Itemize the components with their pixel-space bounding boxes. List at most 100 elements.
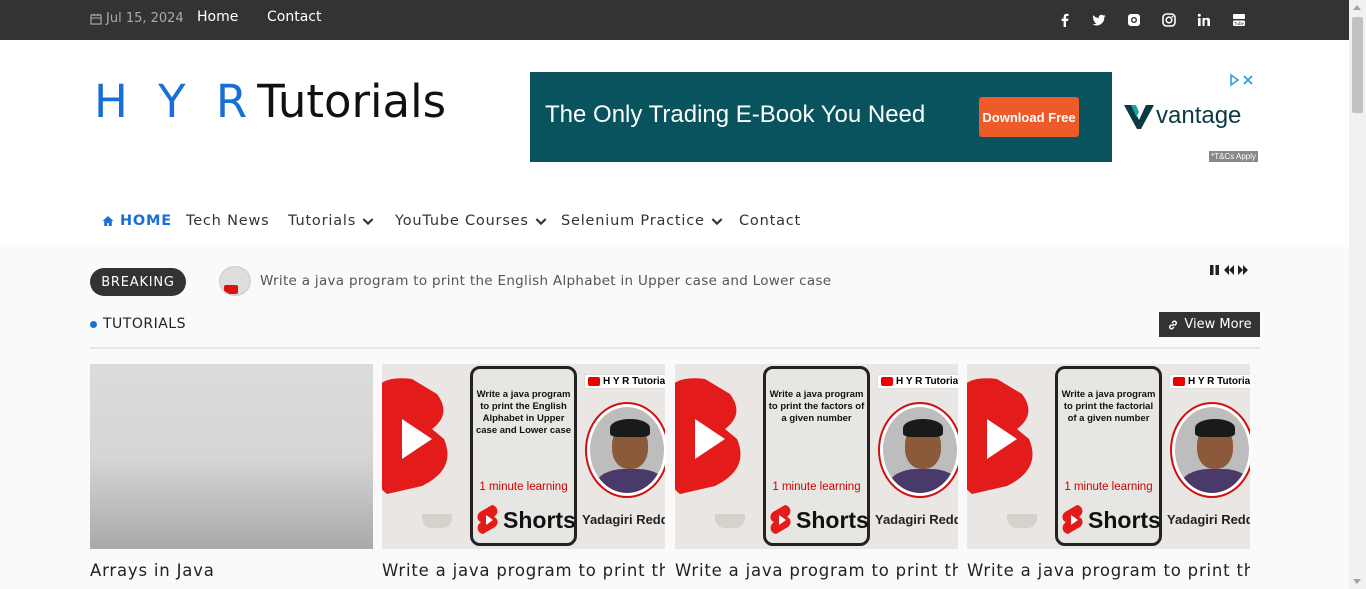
post-thumbnail[interactable] — [90, 364, 373, 549]
youtube-badge-icon — [588, 377, 600, 386]
thumb-caption: Write a java program to print the factor… — [1061, 389, 1156, 424]
top-link-contact[interactable]: Contact — [267, 9, 321, 25]
logo-hyr: H Y R — [94, 75, 256, 128]
ad-disclaimer: *T&Cs Apply — [1209, 151, 1258, 162]
channel-badge: H Y R Tutorials — [584, 374, 665, 389]
thumb-shorts: Shorts — [1062, 504, 1161, 536]
nav-home-label: HOME — [120, 213, 172, 229]
ticker-thumbnail[interactable] — [219, 266, 251, 296]
post-title[interactable]: Write a java program to print the factor… — [967, 561, 1250, 580]
thumb-minute: 1 minute learning — [772, 481, 861, 493]
date-text: Jul 15, 2024 — [106, 11, 184, 26]
top-bar: Jul 15, 2024 Home Contact Tube — [0, 0, 1349, 40]
post-title[interactable]: Write a java program to print the factor… — [675, 561, 958, 580]
nav-selenium-practice-label: Selenium Practice — [561, 213, 705, 229]
main-nav: HOME Tech News Tutorials YouTube Courses… — [0, 201, 1349, 247]
shorts-icon — [477, 505, 498, 534]
calendar-icon — [90, 13, 102, 25]
post-title[interactable]: Arrays in Java — [90, 561, 373, 580]
thumb-shorts: Shorts — [770, 504, 869, 536]
github-icon[interactable] — [1126, 12, 1142, 28]
thumb-minute: 1 minute learning — [479, 481, 568, 493]
channel-name: H Y R Tutorials — [603, 376, 665, 387]
scroll-up-arrow[interactable] — [1353, 5, 1361, 10]
shorts-icon — [1062, 505, 1083, 534]
ad-banner[interactable]: The Only Trading E-Book You Need Downloa… — [530, 72, 1258, 162]
ticker-controls — [1209, 263, 1249, 277]
next-icon[interactable] — [1237, 263, 1249, 277]
nav-tutorials-label: Tutorials — [288, 213, 357, 229]
post-thumbnail[interactable]: Write a java program to print the factor… — [967, 364, 1250, 549]
post-thumbnail[interactable]: Write a java program to print the Englis… — [382, 364, 665, 549]
section-title: TUTORIALS — [90, 316, 186, 332]
phone-frame: Write a java program to print the factor… — [763, 366, 870, 546]
thumb-shorts-text: Shorts — [1088, 506, 1161, 533]
date: Jul 15, 2024 — [90, 11, 184, 26]
post-card[interactable]: Arrays in Java — [90, 364, 373, 580]
shorts-logo-icon — [675, 378, 741, 494]
scroll-down-arrow[interactable] — [1353, 579, 1361, 584]
view-more-label: View More — [1184, 317, 1252, 332]
channel-name: H Y R Tutorials — [896, 376, 958, 387]
post-title[interactable]: Write a java program to print the Englis… — [382, 561, 665, 580]
post-card[interactable]: Write a java program to print the factor… — [675, 364, 958, 580]
nav-tutorials[interactable]: Tutorials — [288, 213, 374, 229]
youtube-badge-icon — [1173, 377, 1185, 386]
shorts-icon — [770, 505, 791, 534]
avatar — [1170, 402, 1250, 498]
nav-contact-label: Contact — [739, 213, 802, 229]
facebook-icon[interactable] — [1057, 12, 1073, 28]
link-icon — [1169, 320, 1178, 329]
thumb-minute: 1 minute learning — [1064, 481, 1153, 493]
page-scrollbar[interactable] — [1349, 0, 1366, 589]
coffee-cup — [715, 514, 745, 528]
nav-selenium-practice[interactable]: Selenium Practice — [561, 213, 723, 229]
nav-tech-news[interactable]: Tech News — [186, 213, 269, 229]
chevron-down-icon — [711, 218, 723, 226]
nav-tech-news-label: Tech News — [186, 213, 270, 229]
ad-headline: The Only Trading E-Book You Need — [545, 101, 926, 128]
pause-icon[interactable] — [1209, 263, 1221, 277]
top-link-home[interactable]: Home — [197, 9, 238, 25]
logo-tutorials: Tutorials — [257, 75, 447, 128]
channel-name: H Y R Tutorials — [1188, 376, 1250, 387]
thumb-caption: Write a java program to print the Englis… — [475, 389, 572, 436]
post-card[interactable]: Write a java program to print the factor… — [967, 364, 1250, 580]
ticker-link[interactable]: Write a java program to print the Englis… — [260, 273, 831, 289]
coffee-cup — [1007, 514, 1037, 528]
nav-youtube-courses[interactable]: YouTube Courses — [395, 213, 547, 229]
site-logo[interactable]: H Y RTutorials — [94, 74, 446, 130]
adchoices-icon[interactable] — [1228, 73, 1256, 87]
ad-download-button[interactable]: Download Free — [979, 97, 1079, 137]
youtube-badge-icon — [881, 377, 893, 386]
ad-brand-name: vantage — [1156, 102, 1242, 129]
previous-icon[interactable] — [1223, 263, 1235, 277]
section-dot — [90, 320, 97, 328]
avatar — [878, 402, 958, 498]
thumb-author: Yadagiri Reddy — [875, 512, 958, 527]
instagram-icon[interactable] — [1161, 12, 1177, 28]
thumb-caption: Write a java program to print the factor… — [768, 389, 865, 424]
twitter-icon[interactable] — [1091, 12, 1107, 28]
breaking-badge: BREAKING — [90, 268, 186, 296]
ad-brand[interactable]: vantage *T&Cs Apply — [1112, 72, 1258, 162]
youtube-icon[interactable]: Tube — [1231, 12, 1247, 28]
thumb-shorts-text: Shorts — [796, 506, 869, 533]
svg-text:Tube: Tube — [1234, 21, 1245, 26]
chevron-down-icon — [362, 218, 374, 226]
view-more-button[interactable]: View More — [1159, 312, 1260, 337]
nav-home[interactable]: HOME — [102, 213, 172, 229]
linkedin-icon[interactable] — [1196, 12, 1212, 28]
shorts-logo-icon — [967, 378, 1033, 494]
post-card[interactable]: Write a java program to print the Englis… — [382, 364, 665, 580]
scroll-thumb[interactable] — [1352, 17, 1363, 113]
channel-badge: H Y R Tutorials — [877, 374, 958, 389]
phone-frame: Write a java program to print the Englis… — [470, 366, 577, 546]
thumb-shorts-text: Shorts — [503, 506, 576, 533]
avatar — [585, 402, 665, 498]
thumb-author: Yadagiri Reddy — [1167, 512, 1250, 527]
post-thumbnail[interactable]: Write a java program to print the factor… — [675, 364, 958, 549]
nav-contact[interactable]: Contact — [739, 213, 801, 229]
channel-badge: H Y R Tutorials — [1169, 374, 1250, 389]
home-icon — [102, 216, 114, 226]
